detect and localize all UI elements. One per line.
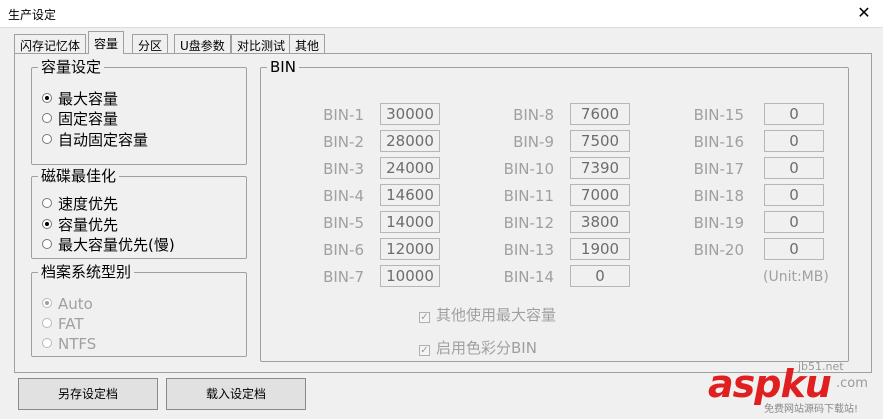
bin-label: BIN-5	[323, 214, 364, 232]
radio-max-capacity-priority-slow[interactable]: 最大容量优先(慢)	[42, 235, 175, 255]
load-settings-button[interactable]: 载入设定档	[166, 378, 306, 410]
bin-label: BIN-4	[323, 187, 364, 205]
radio-fs-ntfs[interactable]: NTFS	[42, 334, 96, 354]
bin-value-field[interactable]: 7390	[570, 157, 630, 179]
bin-label: BIN-15	[693, 106, 744, 124]
bin-label: BIN-14	[503, 268, 554, 286]
bin-label: BIN-11	[503, 187, 554, 205]
checkbox-other-max-capacity[interactable]: ✓ 其他使用最大容量	[419, 306, 556, 324]
bin-value-field[interactable]: 1900	[570, 238, 630, 260]
bin-value-field[interactable]: 14000	[380, 211, 440, 233]
bin-label: BIN-18	[693, 187, 744, 205]
watermark-logo: jb51.net aspku .com 免费网站源码下载站!	[702, 352, 878, 416]
bin-value-field[interactable]: 14600	[380, 184, 440, 206]
file-system-title: 档案系统型别	[41, 263, 132, 281]
bin-value-field[interactable]: 30000	[380, 103, 440, 125]
bin-label: BIN-13	[503, 241, 554, 259]
radio-unchecked-icon	[42, 239, 52, 249]
capacity-tab-panel: 容量设定 最大容量 固定容量 自动固定容量 磁碟最佳化 速度优先 容量优先 最大…	[14, 53, 872, 373]
tab-capacity[interactable]: 容量	[88, 31, 125, 54]
radio-capacity-priority[interactable]: 容量优先	[42, 215, 118, 235]
tab-other[interactable]: 其他	[289, 34, 326, 53]
radio-unchecked-icon	[42, 198, 52, 208]
title-bar: 生产设定 ✕	[0, 0, 883, 28]
disk-optimization-title: 磁碟最佳化	[41, 167, 117, 185]
bin-value-field[interactable]: 0	[764, 211, 824, 233]
bin-group-title: BIN	[270, 58, 296, 76]
bin-label: BIN-17	[693, 160, 744, 178]
radio-unchecked-icon	[42, 338, 52, 348]
checkbox-checked-icon: ✓	[419, 345, 430, 356]
radio-unchecked-icon	[42, 318, 52, 328]
radio-checked-icon	[42, 298, 52, 308]
bin-label: BIN-12	[503, 214, 554, 232]
bin-label: BIN-16	[693, 133, 744, 151]
radio-fs-auto[interactable]: Auto	[42, 294, 93, 314]
bin-label: BIN-6	[323, 241, 364, 259]
bin-value-field[interactable]: 0	[764, 238, 824, 260]
bin-value-field[interactable]: 0	[764, 157, 824, 179]
capacity-settings-group: 容量设定 最大容量 固定容量 自动固定容量	[31, 59, 247, 165]
bin-label: BIN-7	[323, 268, 364, 286]
radio-fixed-capacity[interactable]: 固定容量	[42, 109, 118, 129]
bin-value-field[interactable]: 7500	[570, 130, 630, 152]
disk-optimization-group: 磁碟最佳化 速度优先 容量优先 最大容量优先(慢)	[31, 168, 247, 259]
window-title: 生产设定	[8, 8, 57, 22]
bin-label: BIN-10	[503, 160, 554, 178]
unit-label: (Unit:MB)	[763, 269, 829, 285]
radio-auto-fixed-capacity[interactable]: 自动固定容量	[42, 130, 148, 150]
watermark-tagline: 免费网站源码下载站!	[764, 404, 859, 415]
bin-value-field[interactable]: 7600	[570, 103, 630, 125]
tab-partition[interactable]: 分区	[132, 34, 169, 53]
bin-value-field[interactable]: 0	[764, 184, 824, 206]
bin-value-field[interactable]: 24000	[380, 157, 440, 179]
bin-label: BIN-9	[513, 133, 554, 151]
radio-unchecked-icon	[42, 113, 52, 123]
save-settings-button[interactable]: 另存设定档	[18, 378, 158, 410]
bin-group: BIN BIN-1 30000 BIN-2 28000 BIN-3 24000 …	[260, 59, 849, 362]
bin-value-field[interactable]: 3800	[570, 211, 630, 233]
checkbox-color-bin[interactable]: ✓ 启用色彩分BIN	[419, 339, 537, 357]
bin-value-field[interactable]: 0	[764, 103, 824, 125]
radio-max-capacity[interactable]: 最大容量	[42, 89, 118, 109]
bin-label: BIN-19	[693, 214, 744, 232]
capacity-settings-title: 容量设定	[41, 58, 102, 76]
radio-checked-icon	[42, 93, 52, 103]
tab-compare-test[interactable]: 对比测试	[231, 34, 292, 53]
tab-usb-params[interactable]: U盘参数	[174, 34, 231, 53]
bin-label: BIN-3	[323, 160, 364, 178]
checkbox-checked-icon: ✓	[419, 312, 430, 323]
close-icon[interactable]: ✕	[851, 2, 877, 24]
bin-label: BIN-8	[513, 106, 554, 124]
bin-value-field[interactable]: 12000	[380, 238, 440, 260]
bin-value-field[interactable]: 0	[570, 265, 630, 287]
radio-fs-fat[interactable]: FAT	[42, 314, 84, 334]
radio-unchecked-icon	[42, 134, 52, 144]
bin-value-field[interactable]: 0	[764, 130, 824, 152]
watermark-tld: .com	[836, 376, 868, 391]
file-system-group: 档案系统型别 Auto FAT NTFS	[31, 264, 247, 357]
bin-value-field[interactable]: 28000	[380, 130, 440, 152]
tab-flash-memory[interactable]: 闪存记忆体	[14, 34, 87, 53]
bin-value-field[interactable]: 7000	[570, 184, 630, 206]
bin-label: BIN-20	[693, 241, 744, 259]
radio-checked-icon	[42, 219, 52, 229]
bin-label: BIN-1	[323, 106, 364, 124]
radio-speed-priority[interactable]: 速度优先	[42, 194, 118, 214]
bin-value-field[interactable]: 10000	[380, 265, 440, 287]
bin-label: BIN-2	[323, 133, 364, 151]
